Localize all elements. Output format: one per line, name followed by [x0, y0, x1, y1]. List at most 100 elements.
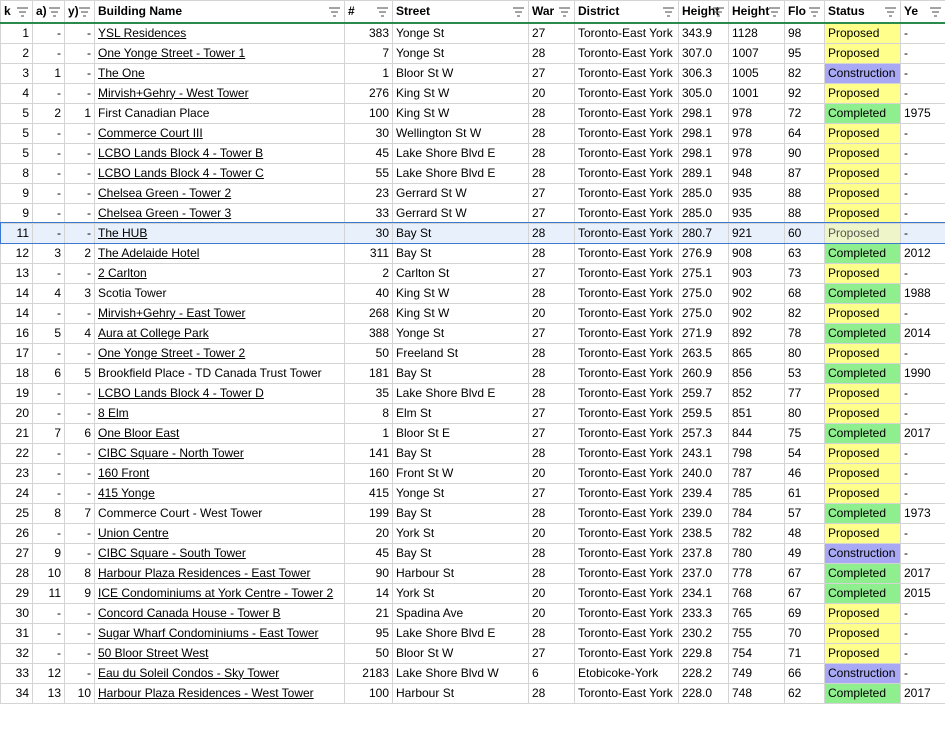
cell-district[interactable]: Toronto-East York: [574, 242, 679, 264]
cell-height-m[interactable]: 305.0: [678, 82, 729, 104]
cell-street[interactable]: Lake Shore Blvd E: [392, 382, 529, 404]
cell-status[interactable]: Proposed: [824, 462, 901, 484]
cell-name[interactable]: Scotia Tower: [94, 282, 345, 304]
table-row[interactable]: 5 2 1 First Canadian Place 100 King St W 28 Tor…: [0, 102, 945, 124]
cell-height-m[interactable]: 306.3: [678, 62, 729, 84]
table-row[interactable]: 2- - One Yonge Street - Tower 1 7 Yonge St 28…: [0, 42, 945, 64]
filter-icon[interactable]: [808, 5, 821, 17]
cell-rank-a[interactable]: 11: [32, 582, 65, 604]
table-row[interactable]: 5- - LCBO Lands Block 4 - Tower B 45 Lake Sh…: [0, 142, 945, 164]
cell-street[interactable]: Harbour St: [392, 562, 529, 584]
cell-height-ft[interactable]: 784: [728, 502, 785, 524]
cell-num[interactable]: 14: [344, 582, 393, 604]
cell-floors[interactable]: 98: [784, 22, 825, 44]
cell-year[interactable]: 2017: [900, 682, 945, 704]
cell-district[interactable]: Toronto-East York: [574, 622, 679, 644]
cell-rank-a[interactable]: -: [32, 222, 65, 244]
cell-num[interactable]: 55: [344, 162, 393, 184]
cell-rank-b[interactable]: 9: [64, 582, 95, 604]
cell-street[interactable]: Bay St: [392, 222, 529, 244]
cell-year[interactable]: -: [900, 642, 945, 664]
cell-street[interactable]: Bloor St E: [392, 422, 529, 444]
building-link[interactable]: 50 Bloor Street West: [98, 646, 209, 660]
cell-height-m[interactable]: 298.1: [678, 142, 729, 164]
cell-rank[interactable]: 26: [0, 522, 33, 544]
column-header-name[interactable]: Building Name: [94, 0, 345, 24]
cell-street[interactable]: Bay St: [392, 502, 529, 524]
cell-status[interactable]: Proposed: [824, 622, 901, 644]
building-link[interactable]: One Yonge Street - Tower 1: [98, 46, 245, 60]
cell-name[interactable]: First Canadian Place: [94, 102, 345, 124]
cell-rank[interactable]: 8: [0, 162, 33, 184]
cell-num[interactable]: 95: [344, 622, 393, 644]
cell-ward[interactable]: 27: [528, 642, 575, 664]
cell-num[interactable]: 45: [344, 542, 393, 564]
cell-rank-a[interactable]: -: [32, 602, 65, 624]
cell-rank[interactable]: 24: [0, 482, 33, 504]
cell-name[interactable]: Mirvish+Gehry - West Tower: [94, 82, 345, 104]
cell-street[interactable]: King St W: [392, 302, 529, 324]
cell-name[interactable]: LCBO Lands Block 4 - Tower C: [94, 162, 345, 184]
cell-rank[interactable]: 27: [0, 542, 33, 564]
cell-rank[interactable]: 20: [0, 402, 33, 424]
cell-rank-b[interactable]: -: [64, 462, 95, 484]
cell-rank[interactable]: 14: [0, 282, 33, 304]
cell-name[interactable]: 8 Elm: [94, 402, 345, 424]
cell-floors[interactable]: 70: [784, 622, 825, 644]
cell-floors[interactable]: 90: [784, 142, 825, 164]
cell-rank-a[interactable]: -: [32, 462, 65, 484]
building-link[interactable]: 415 Yonge: [98, 486, 155, 500]
cell-height-m[interactable]: 240.0: [678, 462, 729, 484]
cell-district[interactable]: Toronto-East York: [574, 162, 679, 184]
cell-rank-b[interactable]: 7: [64, 502, 95, 524]
cell-status[interactable]: Completed: [824, 502, 901, 524]
cell-height-ft[interactable]: 780: [728, 542, 785, 564]
cell-rank-b[interactable]: -: [64, 522, 95, 544]
cell-status[interactable]: Proposed: [824, 142, 901, 164]
cell-floors[interactable]: 66: [784, 662, 825, 684]
table-row[interactable]: 33 12- Eau du Soleil Condos - Sky Tower 218…: [0, 662, 945, 684]
cell-height-ft[interactable]: 749: [728, 662, 785, 684]
filter-icon[interactable]: [558, 5, 571, 17]
table-row[interactable]: 1- - YSL Residences 383 Yonge St 27 Toronto-Ea…: [0, 22, 945, 44]
cell-street[interactable]: Harbour St: [392, 682, 529, 704]
cell-floors[interactable]: 62: [784, 682, 825, 704]
cell-status[interactable]: Proposed: [824, 442, 901, 464]
cell-ward[interactable]: 20: [528, 582, 575, 604]
building-link[interactable]: LCBO Lands Block 4 - Tower D: [98, 386, 264, 400]
cell-street[interactable]: Bloor St W: [392, 62, 529, 84]
table-row[interactable]: 23- -160 Front 160 Front St W 20 Toronto-East…: [0, 462, 945, 484]
cell-year[interactable]: -: [900, 402, 945, 424]
table-row[interactable]: 14- - Mirvish+Gehry - East Tower 268 King St…: [0, 302, 945, 324]
cell-rank-a[interactable]: -: [32, 262, 65, 284]
cell-ward[interactable]: 27: [528, 182, 575, 204]
cell-rank[interactable]: 23: [0, 462, 33, 484]
cell-rank-a[interactable]: -: [32, 482, 65, 504]
cell-rank[interactable]: 3: [0, 62, 33, 84]
cell-district[interactable]: Toronto-East York: [574, 362, 679, 384]
cell-height-ft[interactable]: 948: [728, 162, 785, 184]
filter-icon[interactable]: [328, 5, 341, 17]
cell-floors[interactable]: 82: [784, 62, 825, 84]
cell-height-m[interactable]: 239.4: [678, 482, 729, 504]
filter-icon[interactable]: [768, 5, 781, 17]
cell-height-ft[interactable]: 852: [728, 382, 785, 404]
cell-num[interactable]: 30: [344, 122, 393, 144]
cell-height-ft[interactable]: 778: [728, 562, 785, 584]
cell-height-m[interactable]: 228.0: [678, 682, 729, 704]
cell-height-ft[interactable]: 935: [728, 202, 785, 224]
table-row[interactable]: 9- - Chelsea Green - Tower 3 33 Gerrard St W…: [0, 202, 945, 224]
building-link[interactable]: Union Centre: [98, 526, 169, 540]
cell-rank-b[interactable]: 2: [64, 242, 95, 264]
table-row[interactable]: 19- - LCBO Lands Block 4 - Tower D 35 Lake S…: [0, 382, 945, 404]
cell-name[interactable]: Commerce Court - West Tower: [94, 502, 345, 524]
cell-ward[interactable]: 28: [528, 282, 575, 304]
cell-name[interactable]: LCBO Lands Block 4 - Tower B: [94, 142, 345, 164]
filter-icon[interactable]: [48, 5, 61, 17]
cell-year[interactable]: -: [900, 122, 945, 144]
cell-ward[interactable]: 20: [528, 302, 575, 324]
cell-height-m[interactable]: 307.0: [678, 42, 729, 64]
cell-street[interactable]: Lake Shore Blvd W: [392, 662, 529, 684]
table-row[interactable]: 13- -2 Carlton 2 Carlton St 27 Toronto-East Y…: [0, 262, 945, 284]
cell-rank-b[interactable]: 6: [64, 422, 95, 444]
